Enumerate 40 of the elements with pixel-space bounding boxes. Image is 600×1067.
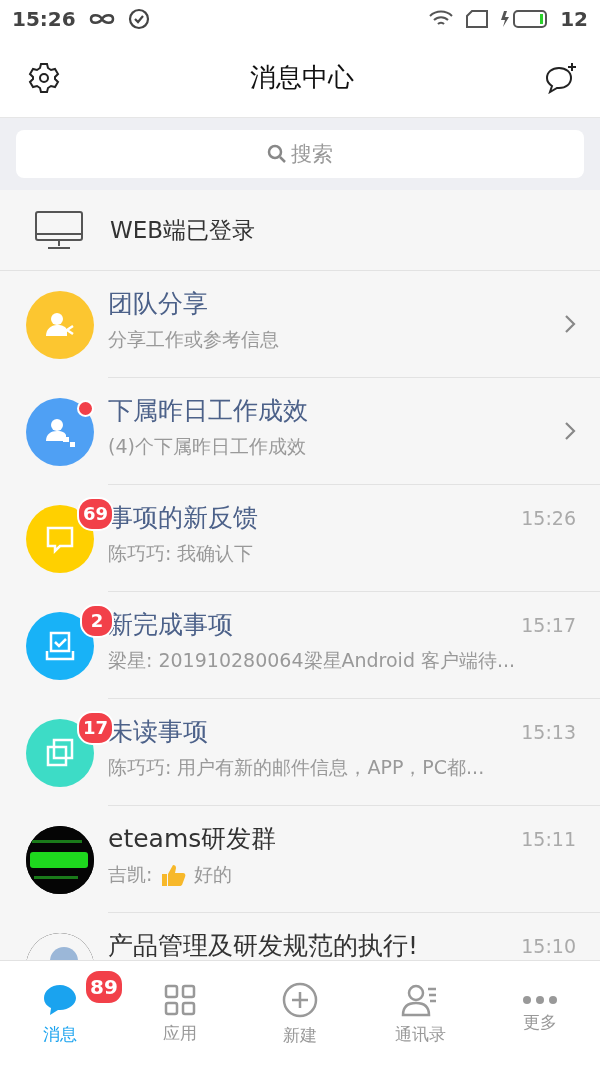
message-preview: 梁星: 201910280064梁星Android 客户端待... [108,648,516,673]
message-time: 15:13 [521,721,576,743]
message-title: 团队分享 [108,289,209,319]
chat-bubble-icon [42,982,78,1017]
message-row[interactable]: eteams研发群 吉凯: 好的 15:11 [0,806,600,913]
message-row[interactable]: 团队分享 分享工作或参考信息 [0,271,600,378]
message-preview: 分享工作或参考信息 [108,327,279,352]
nav-tab[interactable]: 通讯录 [360,961,480,1067]
settings-icon[interactable] [28,61,60,94]
battery-level: 12 [560,7,588,31]
grid-icon [164,983,196,1016]
message-time: 15:11 [521,828,576,850]
search-icon [267,144,287,164]
status-time: 15:26 [12,7,76,31]
unread-badge: 89 [84,968,124,1005]
nav-tab[interactable]: 更多 [480,961,600,1067]
monitor-icon [34,210,84,250]
message-preview: 陈巧巧: 我确认下 [108,541,254,566]
more-icon [522,994,558,1005]
battery-icon [500,9,549,29]
contact-list-icon [401,982,439,1017]
sim-card-icon [466,10,489,28]
new-chat-icon[interactable] [544,61,578,94]
message-time: 15:10 [521,935,576,957]
message-time: 15:26 [521,507,576,529]
message-preview: (4)个下属昨日工作成效 [108,434,306,459]
infinity-icon [87,12,116,26]
web-login-label[interactable]: WEB端已登录 [110,214,256,246]
message-preview: 陈巧巧: 用户有新的邮件信息，APP，PC都... [108,755,485,780]
message-title: 产品管理及研发规范的执行! [108,931,420,960]
check-circle-icon [127,8,150,30]
message-row[interactable]: 下属昨日工作成效 (4)个下属昨日工作成效 [0,378,600,485]
message-time: 15:17 [521,614,576,636]
message-title: eteams研发群 [108,824,278,854]
plus-circle-icon [282,981,318,1018]
nav-tab[interactable]: 新建 [240,961,360,1067]
message-title: 下属昨日工作成效 [108,396,309,426]
message-preview: 好的 [194,862,233,887]
page-title: 消息中心 [250,61,354,94]
message-preview: 吉凯: [108,862,153,887]
